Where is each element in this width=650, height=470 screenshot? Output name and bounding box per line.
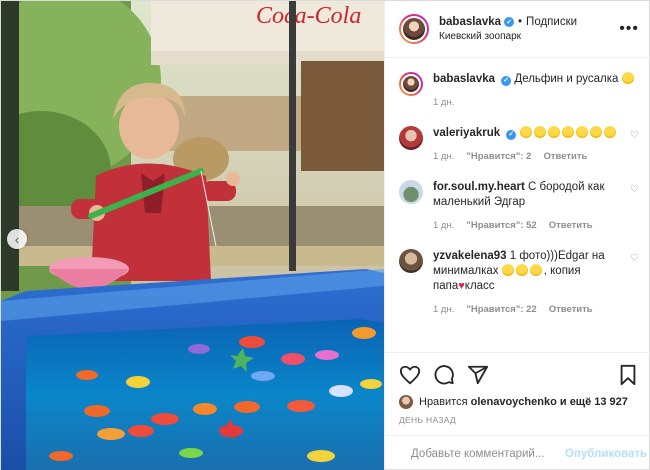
commenter-avatar[interactable] [399, 126, 423, 150]
grin-emoji-icon [589, 126, 602, 138]
caption-avatar-image [401, 74, 421, 94]
share-icon[interactable] [467, 364, 489, 386]
reply-button[interactable]: Ответить [549, 302, 593, 317]
rofl-emoji-icon [621, 72, 634, 84]
rofl-emoji-icon [529, 264, 542, 276]
verified-icon: ✓ [506, 129, 517, 140]
comments-list: babaslavka ✓ Дельфин и русалка 1 дн. val… [385, 58, 650, 352]
like-comment-heart-icon[interactable]: ♡ [625, 253, 639, 264]
comment-likes[interactable]: "Нравится": 2 [466, 149, 531, 164]
comment-text: класс [464, 280, 495, 292]
comment-likes[interactable]: "Нравится": 52 [466, 218, 536, 233]
reply-button[interactable]: Ответить [543, 149, 587, 164]
caption-username[interactable]: babaslavka [433, 73, 495, 85]
verified-icon: ✓ [504, 17, 515, 27]
comment-icon[interactable] [433, 364, 455, 386]
comment-username[interactable]: valeriyakruk [433, 127, 500, 139]
liker-avatar[interactable] [399, 395, 413, 409]
caption-time[interactable]: 1 дн. [433, 95, 454, 110]
bookmark-icon[interactable] [617, 364, 639, 386]
rofl-emoji-icon [501, 264, 514, 276]
rofl-emoji-icon [515, 264, 528, 276]
like-comment-heart-icon[interactable]: ♡ [625, 130, 639, 141]
post-date[interactable]: ДЕНЬ НАЗАД [399, 415, 639, 425]
caption: babaslavka ✓ Дельфин и русалка 1 дн. [399, 72, 639, 110]
like-comment-heart-icon[interactable]: ♡ [625, 184, 639, 195]
photo-illustration: Coca-Cola [1, 1, 384, 470]
caption-text: Дельфин и русалка [514, 73, 619, 85]
comment-username[interactable]: for.soul.my.heart [433, 181, 525, 193]
reply-button[interactable]: Ответить [549, 218, 593, 233]
post-actions: Нравится olenavoychenko и ещё 13 927 ДЕН… [385, 352, 650, 425]
grin-emoji-icon [603, 126, 616, 138]
comment-input[interactable] [411, 447, 565, 460]
likes-summary: Нравится olenavoychenko и ещё 13 927 [399, 395, 639, 409]
prev-photo-button[interactable]: ‹ [7, 229, 27, 249]
comment-composer: Опубликовать [385, 435, 650, 470]
author-info: babaslavka ✓ • Подписки Киевский зоопарк [439, 16, 619, 42]
likes-prefix: Нравится [419, 396, 468, 408]
post-side-panel: babaslavka ✓ • Подписки Киевский зоопарк… [384, 1, 650, 470]
grin-emoji-icon [561, 126, 574, 138]
action-icons [399, 361, 639, 389]
follow-status-button[interactable]: Подписки [526, 16, 577, 28]
grin-emoji-icon [519, 126, 532, 138]
coca-cola-sign: Coca-Cola [256, 3, 361, 29]
commenter-avatar[interactable] [399, 180, 423, 204]
heart-icon[interactable] [399, 364, 421, 386]
publish-button[interactable]: Опубликовать [565, 448, 647, 460]
comment-emoji-text [519, 126, 618, 139]
caption-avatar[interactable] [399, 72, 423, 96]
grin-emoji-icon [533, 126, 546, 138]
comment-item: valeriyakruk ✓ 1 дн. "Нравится": 2 Ответ… [399, 126, 639, 164]
comment-time[interactable]: 1 дн. [433, 218, 454, 233]
liked-by-username[interactable]: olenavoychenko [471, 396, 557, 408]
comment-time[interactable]: 1 дн. [433, 149, 454, 164]
more-icon[interactable]: ••• [619, 20, 639, 38]
chevron-left-icon: ‹ [14, 231, 20, 247]
commenter-avatar[interactable] [399, 249, 423, 273]
author-avatar[interactable] [399, 14, 429, 44]
author-avatar-image [401, 16, 427, 42]
grin-emoji-icon [547, 126, 560, 138]
comment-time[interactable]: 1 дн. [433, 302, 454, 317]
post-location[interactable]: Киевский зоопарк [439, 31, 619, 42]
comment-item: for.soul.my.heart С бородой как маленьки… [399, 180, 639, 233]
verified-icon: ✓ [501, 75, 512, 86]
post-header: babaslavka ✓ • Подписки Киевский зоопарк… [385, 1, 650, 58]
comment-username[interactable]: yzvakelena93 [433, 250, 507, 262]
likes-count[interactable]: и ещё 13 927 [560, 396, 628, 408]
header-separator: • [518, 16, 523, 28]
comment-likes[interactable]: "Нравится": 22 [466, 302, 536, 317]
instagram-post: Coca-Cola ‹ babaslavka ✓ • Подписки Киев… [0, 0, 650, 470]
post-photo[interactable]: Coca-Cola ‹ [1, 1, 384, 470]
comment-item: yzvakelena93 1 фото)))Edgar на минималка… [399, 249, 639, 317]
grin-emoji-icon [575, 126, 588, 138]
author-username[interactable]: babaslavka [439, 16, 501, 28]
